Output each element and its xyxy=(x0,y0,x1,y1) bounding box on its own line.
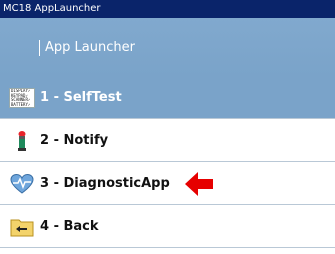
launcher-menu: DISPLAY✓ KEYPAD✓ SCANNER✓ BATTERY✓ 1 - S… xyxy=(0,76,335,248)
page-title: App Launcher xyxy=(45,40,135,55)
menu-item-notify[interactable]: 2 - Notify xyxy=(0,119,335,162)
menu-item-selftest[interactable]: DISPLAY✓ KEYPAD✓ SCANNER✓ BATTERY✓ 1 - S… xyxy=(0,76,335,119)
menu-item-diagnosticapp[interactable]: 3 - DiagnosticApp xyxy=(0,162,335,205)
menu-item-back[interactable]: 4 - Back xyxy=(0,205,335,248)
window-titlebar: MC18 AppLauncher xyxy=(0,0,335,18)
menu-item-label: 4 - Back xyxy=(40,219,99,234)
window-title: MC18 AppLauncher xyxy=(3,3,101,14)
red-arrow-icon xyxy=(185,172,213,196)
app-launcher-screen: MC18 AppLauncher App Launcher DISPLAY✓ K… xyxy=(0,0,335,254)
header-separator xyxy=(39,40,40,56)
header-bar: App Launcher xyxy=(0,18,335,76)
selftest-icon-line-battery: BATTERY✓ xyxy=(11,101,31,107)
notify-light-icon xyxy=(18,131,26,151)
menu-item-label: 1 - SelfTest xyxy=(40,90,122,105)
menu-item-label: 2 - Notify xyxy=(40,133,109,148)
back-folder-icon xyxy=(10,219,34,237)
selftest-checklist-icon: DISPLAY✓ KEYPAD✓ SCANNER✓ BATTERY✓ xyxy=(9,88,35,108)
diagnostic-heart-icon xyxy=(10,173,34,194)
menu-item-label: 3 - DiagnosticApp xyxy=(40,176,170,191)
